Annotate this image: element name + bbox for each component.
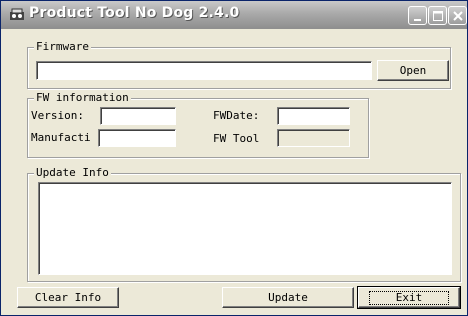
window-title: Product Tool No Dog 2.4.0 (29, 5, 240, 21)
version-input[interactable] (101, 108, 175, 124)
maximize-icon (433, 11, 443, 21)
fwdate-field[interactable] (277, 107, 350, 125)
firmware-path-field[interactable] (36, 61, 372, 80)
update-info-group-label: Update Info (34, 166, 111, 180)
firmware-group-label: Firmware (34, 40, 91, 54)
main-window: Product Tool No Dog 2.4.0 Firmware Open … (0, 0, 468, 316)
fwtool-field (277, 129, 350, 147)
clear-info-button-label: Clear Info (34, 291, 102, 304)
open-button-label: Open (399, 64, 427, 77)
minimize-icon (414, 19, 421, 21)
fwtool-label: FW Tool (213, 132, 260, 145)
manufacturer-field[interactable] (98, 129, 176, 147)
clear-info-button[interactable]: Clear Info (17, 287, 119, 308)
manufacturer-label: Manufacti (31, 131, 91, 144)
fw-information-group-label: FW information (34, 91, 131, 105)
close-button[interactable] (448, 6, 467, 25)
title-bar[interactable]: Product Tool No Dog 2.4.0 (1, 1, 467, 29)
close-icon (453, 11, 463, 21)
fwdate-input[interactable] (278, 108, 349, 124)
update-info-textarea[interactable] (38, 182, 452, 275)
exit-button[interactable]: Exit (357, 286, 461, 309)
update-button[interactable]: Update (222, 287, 354, 308)
version-field[interactable] (100, 107, 176, 125)
fwdate-label: FWDate: (213, 109, 260, 122)
manufacturer-input[interactable] (99, 130, 175, 146)
open-button[interactable]: Open (377, 60, 449, 81)
fwtool-input (278, 130, 349, 146)
firmware-path-input[interactable] (37, 62, 371, 79)
minimize-button[interactable] (408, 6, 427, 25)
version-label: Version: (31, 109, 84, 122)
app-icon (10, 8, 24, 20)
exit-button-label: Exit (368, 290, 450, 305)
maximize-button[interactable] (428, 6, 447, 25)
update-button-label: Update (268, 291, 308, 304)
